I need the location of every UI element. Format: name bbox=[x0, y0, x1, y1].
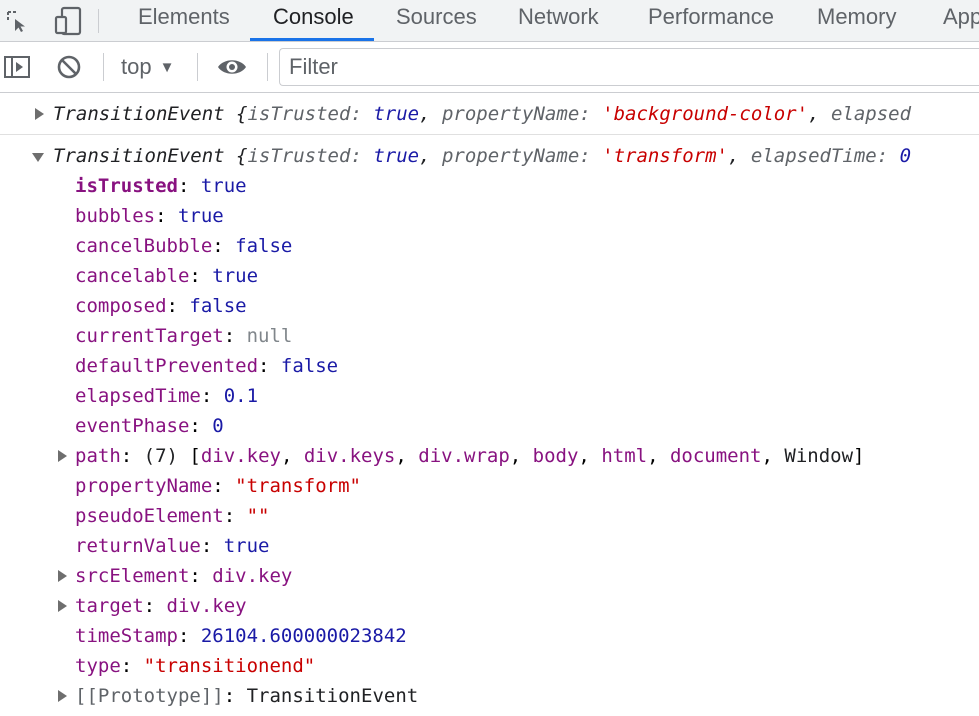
device-toolbar-icon[interactable] bbox=[48, 0, 88, 41]
active-tab-indicator bbox=[250, 38, 374, 41]
class-name: TransitionEvent bbox=[53, 145, 225, 167]
property-row-target[interactable]: target: div.key bbox=[75, 591, 247, 621]
property-row: elapsedTime: 0.1 bbox=[75, 385, 259, 407]
context-selector-label: top bbox=[121, 54, 152, 79]
eye-icon[interactable] bbox=[213, 42, 251, 92]
property-row: cancelable: true bbox=[75, 265, 259, 287]
property-row: timeStamp: 26104.600000023842 bbox=[75, 625, 407, 647]
property-row-srcelement[interactable]: srcElement: div.key bbox=[75, 561, 292, 591]
console-toolbar: top ▼ bbox=[0, 42, 979, 93]
object-summary[interactable]: TransitionEvent {isTrusted: true, proper… bbox=[53, 141, 911, 171]
toolbar-separator bbox=[197, 53, 198, 81]
property-row: eventPhase: 0 bbox=[75, 415, 224, 437]
collapse-triangle-icon[interactable] bbox=[32, 153, 44, 162]
property-row: bubbles: true bbox=[75, 205, 224, 227]
expand-triangle-icon[interactable] bbox=[35, 108, 44, 120]
property-row: composed: false bbox=[75, 295, 247, 317]
show-sidebar-icon[interactable] bbox=[0, 42, 34, 92]
console-messages: TransitionEvent {isTrusted: true, proper… bbox=[0, 93, 979, 716]
property-row-prototype[interactable]: [[Prototype]]: TransitionEvent bbox=[75, 681, 418, 711]
tab-application[interactable]: Application bbox=[943, 0, 979, 41]
context-selector[interactable]: top ▼ bbox=[121, 42, 174, 92]
property-row: defaultPrevented: false bbox=[75, 355, 339, 377]
tabbar-separator bbox=[98, 9, 99, 33]
caret-down-icon: ▼ bbox=[159, 58, 175, 76]
devtools-tab-bar: Elements Console Sources Network Perform… bbox=[0, 0, 979, 42]
toolbar-separator bbox=[267, 53, 268, 81]
console-message-collapsed: TransitionEvent {isTrusted: true, proper… bbox=[0, 93, 979, 135]
property-row: cancelBubble: false bbox=[75, 235, 293, 257]
tab-elements[interactable]: Elements bbox=[138, 0, 230, 41]
property-row: propertyName: "transform" bbox=[75, 475, 362, 497]
property-row: type: "transitionend" bbox=[75, 655, 316, 677]
expand-triangle-icon[interactable] bbox=[58, 450, 67, 462]
property-row-path[interactable]: path: (7) [div.key, div.keys, div.wrap, … bbox=[75, 441, 864, 471]
expand-triangle-icon[interactable] bbox=[58, 690, 67, 702]
tab-network[interactable]: Network bbox=[518, 0, 599, 41]
tab-memory[interactable]: Memory bbox=[817, 0, 896, 41]
tab-performance[interactable]: Performance bbox=[648, 0, 774, 41]
object-summary[interactable]: TransitionEvent {isTrusted: true, proper… bbox=[53, 99, 911, 129]
filter-input[interactable] bbox=[279, 48, 979, 86]
class-name: TransitionEvent bbox=[53, 103, 225, 125]
tab-console[interactable]: Console bbox=[273, 0, 354, 41]
property-row: currentTarget: null bbox=[75, 325, 293, 347]
property-row: returnValue: true bbox=[75, 535, 270, 557]
inspect-element-icon[interactable] bbox=[0, 0, 34, 41]
property-row: isTrusted: true bbox=[75, 175, 247, 197]
clear-console-icon[interactable] bbox=[52, 42, 86, 92]
property-row: pseudoElement: "" bbox=[75, 505, 270, 527]
expand-triangle-icon[interactable] bbox=[58, 600, 67, 612]
expand-triangle-icon[interactable] bbox=[58, 570, 67, 582]
toolbar-separator bbox=[103, 53, 104, 81]
tab-sources[interactable]: Sources bbox=[396, 0, 477, 41]
